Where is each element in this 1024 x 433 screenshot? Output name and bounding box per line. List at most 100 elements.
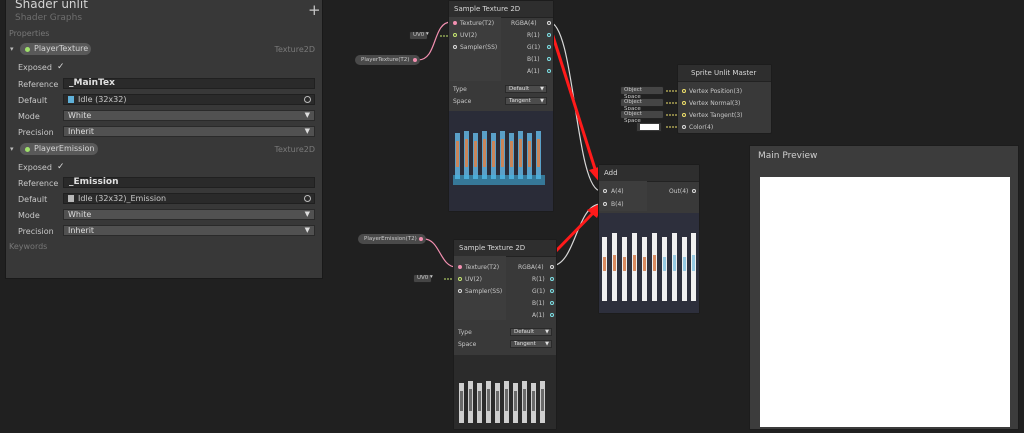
output-port-r[interactable]	[547, 33, 551, 37]
input-port-uv[interactable]	[458, 277, 462, 281]
property-name: PlayerEmission	[34, 144, 95, 153]
input-port-sampler[interactable]	[458, 289, 462, 293]
default-texture-field[interactable]: Idle (32x32)_Emission	[63, 193, 315, 204]
vertex-normal-space[interactable]: Object Space	[620, 98, 664, 112]
default-label: Default	[18, 195, 48, 204]
blackboard-title: Shader unlit	[15, 0, 88, 11]
add-property-button[interactable]: +	[308, 3, 321, 18]
add-preview	[599, 213, 699, 313]
output-port-b[interactable]	[547, 57, 551, 61]
input-port-texture[interactable]	[458, 265, 462, 269]
dropdown-arrow-icon[interactable]: ▾	[426, 31, 429, 40]
annotation-arrow-1	[549, 29, 598, 173]
input-port-vertex-tangent[interactable]	[682, 113, 686, 117]
exposed-label: Exposed	[18, 163, 52, 172]
color-input[interactable]	[636, 122, 662, 132]
space-label: Space	[458, 341, 477, 348]
type-dropdown[interactable]: Default ▼	[505, 85, 547, 93]
reference-label: Reference	[18, 80, 59, 89]
output-port-pin[interactable]	[413, 58, 417, 62]
input-port-uv[interactable]	[453, 33, 457, 37]
add-node[interactable]: Add A(4) B(4) Out(4)	[598, 164, 700, 314]
type-value: Default	[514, 329, 535, 335]
output-port-a[interactable]	[550, 313, 554, 317]
precision-label: Precision	[18, 227, 54, 236]
space-value: Tangent	[514, 341, 536, 347]
sample-texture-2d-node-2[interactable]: Sample Texture 2D Texture(T2) UV(2) Samp…	[453, 239, 557, 430]
input-port-sampler[interactable]	[453, 45, 457, 49]
port-label: RGBA(4)	[518, 264, 544, 271]
input-port-texture[interactable]	[453, 21, 457, 25]
precision-dropdown[interactable]: Inherit ▼	[63, 225, 315, 236]
sprite-sheet-preview	[453, 131, 545, 185]
port-label: B(4)	[611, 201, 624, 208]
type-label: Type	[458, 329, 472, 336]
dropdown-arrow-icon: ▼	[304, 127, 310, 135]
reference-field[interactable]: _MainTex	[63, 78, 315, 89]
dropdown-arrow-icon: ▼	[304, 226, 310, 234]
exposed-checkbox[interactable]: ✓	[57, 62, 65, 72]
mode-label: Mode	[18, 112, 40, 121]
type-dropdown[interactable]: Default ▼	[510, 328, 552, 336]
output-port-rgba[interactable]	[550, 265, 554, 269]
mode-value: White	[68, 111, 92, 120]
port-label: Sampler(SS)	[460, 44, 498, 51]
property-type: Texture2D	[274, 45, 315, 54]
port-label: Texture(T2)	[460, 20, 495, 27]
output-port-r[interactable]	[550, 277, 554, 281]
reference-field[interactable]: _Emission	[63, 177, 315, 188]
output-port-pin[interactable]	[419, 237, 423, 241]
output-port-a[interactable]	[547, 69, 551, 73]
input-port-vertex-position[interactable]	[682, 89, 686, 93]
input-port-vertex-normal[interactable]	[682, 101, 686, 105]
port-label: R(1)	[532, 276, 545, 283]
object-picker-icon[interactable]	[304, 195, 311, 202]
dropdown-arrow-icon[interactable]: ▾	[430, 274, 433, 283]
output-port-g[interactable]	[550, 289, 554, 293]
port-label: Out(4)	[669, 188, 689, 195]
chevron-down-icon[interactable]: ▾	[10, 45, 14, 53]
vertex-tangent-space[interactable]: Object Space	[620, 110, 664, 124]
node-title: Add	[599, 165, 699, 182]
property-dot-icon	[25, 46, 30, 52]
port-label: R(1)	[527, 32, 540, 39]
property-pill-player-texture[interactable]: PlayerTexture	[20, 43, 91, 55]
space-dropdown[interactable]: Tangent ▼	[505, 97, 547, 105]
input-port-b[interactable]	[603, 202, 607, 206]
space-label: Space	[453, 98, 472, 105]
sprite-unlit-master-node[interactable]: Sprite Unlit Master Vertex Position(3) V…	[677, 64, 772, 134]
add-preview-image	[602, 233, 696, 301]
port-label: A(4)	[611, 188, 624, 195]
input-port-a[interactable]	[603, 189, 607, 193]
default-texture-field[interactable]: Idle (32x32)	[63, 94, 315, 105]
input-port-color[interactable]	[682, 125, 686, 129]
port-label: G(1)	[532, 288, 546, 295]
default-texture-value: Idle (32x32)_Emission	[78, 194, 167, 203]
preview-canvas[interactable]	[760, 177, 1010, 427]
precision-dropdown[interactable]: Inherit ▼	[63, 126, 315, 137]
port-label: RGBA(4)	[511, 20, 537, 27]
space-dropdown[interactable]: Tangent ▼	[510, 340, 552, 348]
sample-texture-2d-node-1[interactable]: Sample Texture 2D Texture(T2) UV(2) Samp…	[448, 0, 554, 212]
chevron-down-icon[interactable]: ▾	[10, 145, 14, 153]
output-port-out[interactable]	[692, 189, 696, 193]
property-pill-player-emission[interactable]: PlayerEmission	[20, 143, 98, 155]
output-port-rgba[interactable]	[547, 21, 551, 25]
type-value: Default	[509, 86, 530, 92]
mode-dropdown[interactable]: White ▼	[63, 209, 315, 220]
exposed-checkbox[interactable]: ✓	[57, 162, 65, 172]
output-port-b[interactable]	[550, 301, 554, 305]
precision-label: Precision	[18, 128, 54, 137]
port-label: Vertex Position(3)	[689, 88, 743, 95]
mode-dropdown[interactable]: White ▼	[63, 110, 315, 121]
default-texture-value: Idle (32x32)	[78, 95, 127, 104]
output-port-g[interactable]	[547, 45, 551, 49]
property-node-player-emission[interactable]: PlayerEmission(T2)	[358, 234, 426, 244]
property-node-player-texture[interactable]: PlayerTexture(T2)	[355, 55, 420, 65]
main-preview-panel[interactable]: Main Preview	[749, 145, 1019, 430]
texture-preview	[449, 111, 553, 211]
object-picker-icon[interactable]	[304, 96, 311, 103]
port-label: B(1)	[527, 56, 540, 63]
type-label: Type	[453, 86, 467, 93]
vertex-position-space[interactable]: Object Space	[620, 86, 664, 100]
